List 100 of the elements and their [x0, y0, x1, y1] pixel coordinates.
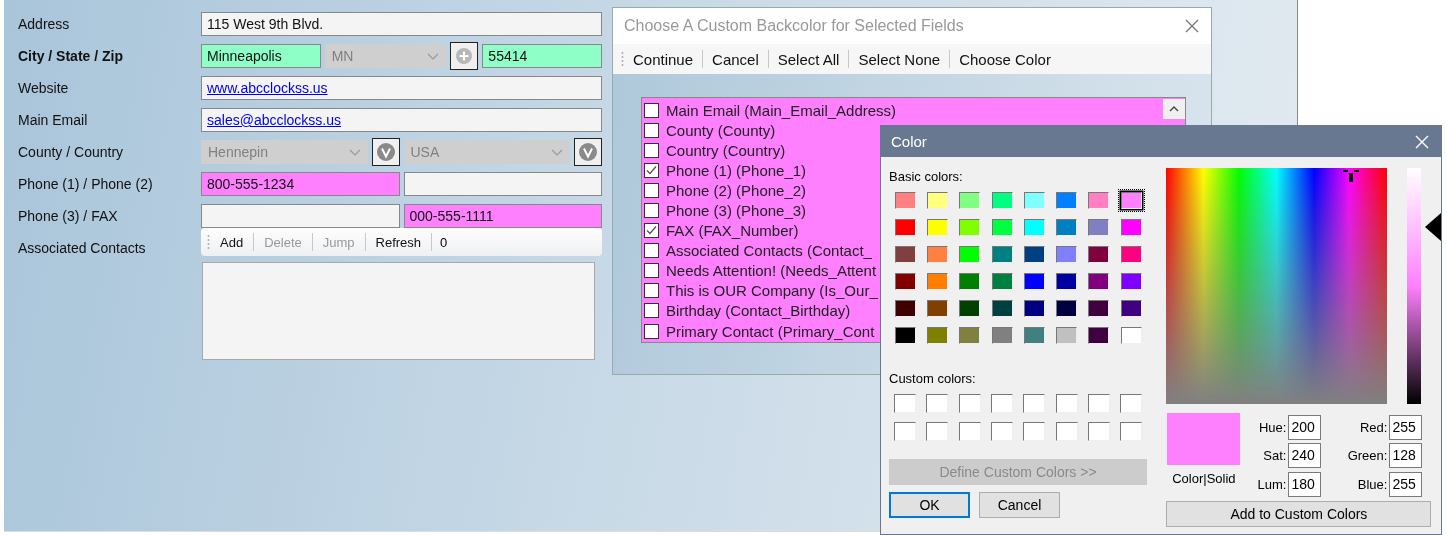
field-name[interactable]: Phone (3) (Phone_3): [666, 202, 807, 219]
color-swatch[interactable]: [1088, 246, 1110, 263]
color-swatch[interactable]: [894, 246, 916, 263]
toolbar-button[interactable]: Select None: [857, 50, 942, 68]
color-swatch[interactable]: [1088, 273, 1110, 290]
color-swatch[interactable]: [1023, 327, 1045, 344]
color-swatch[interactable]: [1056, 273, 1078, 290]
checkbox[interactable]: [644, 323, 659, 339]
toolbar-button[interactable]: Continue: [632, 50, 695, 68]
toolbar-button[interactable]: Add: [218, 234, 246, 250]
custom-color-swatch[interactable]: [1120, 421, 1143, 441]
toolbar-button[interactable]: Cancel: [711, 50, 760, 68]
color-swatch[interactable]: [959, 192, 981, 209]
color-swatch[interactable]: [1056, 300, 1078, 317]
color-swatch[interactable]: [1023, 246, 1045, 263]
value-field[interactable]: 255: [1389, 471, 1423, 497]
color-swatch[interactable]: [1056, 246, 1078, 263]
link-field[interactable]: www.abcclockss.us: [201, 76, 602, 100]
color-swatch[interactable]: [1120, 300, 1142, 317]
color-swatch[interactable]: [926, 273, 948, 290]
field-name[interactable]: Primary Contact (Primary_Cont: [666, 322, 875, 340]
text-field[interactable]: 000-555-1111: [403, 204, 602, 228]
toolbar-button[interactable]: Choose Color: [958, 50, 1052, 68]
checkbox[interactable]: [644, 102, 659, 118]
value-field[interactable]: 200: [1288, 414, 1322, 440]
color-swatch[interactable]: [1023, 219, 1045, 236]
color-swatch[interactable]: [959, 219, 981, 236]
color-swatch[interactable]: [1056, 192, 1078, 209]
color-swatch[interactable]: [1088, 219, 1110, 236]
custom-color-swatch[interactable]: [1023, 393, 1046, 413]
value-field[interactable]: 128: [1389, 443, 1423, 469]
color-swatch[interactable]: [1120, 219, 1142, 236]
checkbox[interactable]: [644, 182, 659, 198]
color-swatch[interactable]: [1120, 192, 1142, 209]
color-swatch[interactable]: [894, 219, 916, 236]
color-swatch[interactable]: [1120, 273, 1142, 290]
color-swatch[interactable]: [926, 300, 948, 317]
color-swatch[interactable]: [926, 219, 948, 236]
filter-button[interactable]: [371, 138, 400, 166]
color-swatch[interactable]: [991, 273, 1013, 290]
custom-color-swatch[interactable]: [958, 393, 981, 413]
ok-button[interactable]: OK: [889, 492, 970, 518]
filter-button[interactable]: [574, 138, 602, 166]
custom-color-swatch[interactable]: [1087, 421, 1110, 441]
color-swatch[interactable]: [959, 300, 981, 317]
checkbox[interactable]: [644, 223, 659, 239]
checkbox[interactable]: [644, 142, 659, 158]
color-swatch[interactable]: [1088, 192, 1110, 209]
field-name[interactable]: Phone (1) (Phone_1): [666, 161, 807, 179]
field-name[interactable]: Main Email (Main_Email_Address): [666, 101, 897, 119]
color-swatch[interactable]: [991, 327, 1013, 344]
close-icon[interactable]: [1185, 19, 1199, 33]
custom-color-swatch[interactable]: [1023, 421, 1046, 441]
toolbar-button[interactable]: Select All: [776, 50, 841, 68]
checkbox[interactable]: [644, 303, 659, 319]
checkbox[interactable]: [644, 283, 659, 299]
color-swatch[interactable]: [991, 300, 1013, 317]
field-name[interactable]: Country (Country): [666, 141, 786, 159]
color-swatch[interactable]: [1120, 246, 1142, 263]
field-name[interactable]: Associated Contacts (Contact_: [666, 242, 872, 260]
value-field[interactable]: 255: [1389, 414, 1423, 440]
color-swatch[interactable]: [959, 273, 981, 290]
color-swatch[interactable]: [894, 300, 916, 317]
checkbox[interactable]: [644, 122, 659, 138]
field-name[interactable]: Birthday (Contact_Birthday): [666, 302, 851, 320]
custom-color-swatch[interactable]: [1055, 421, 1078, 441]
color-swatch[interactable]: [894, 327, 916, 344]
custom-color-swatch[interactable]: [1120, 393, 1143, 413]
toolbar-button[interactable]: Refresh: [373, 234, 424, 250]
color-swatch[interactable]: [926, 246, 948, 263]
checkbox[interactable]: [644, 263, 659, 279]
custom-color-swatch[interactable]: [894, 393, 917, 413]
color-swatch[interactable]: [1120, 327, 1142, 344]
color-swatch[interactable]: [1056, 327, 1078, 344]
checkbox[interactable]: [644, 162, 659, 178]
text-field[interactable]: [201, 204, 400, 228]
custom-color-swatch[interactable]: [1055, 393, 1078, 413]
custom-color-swatch[interactable]: [991, 393, 1014, 413]
color-swatch[interactable]: [1056, 219, 1078, 236]
text-field[interactable]: 55414: [482, 44, 602, 68]
color-swatch[interactable]: [959, 327, 981, 344]
scrollbar[interactable]: [1163, 99, 1185, 119]
custom-color-swatch[interactable]: [958, 421, 981, 441]
checkbox[interactable]: [644, 203, 659, 218]
field-name[interactable]: County (County): [666, 121, 776, 139]
field-name[interactable]: Needs Attention! (Needs_Attent: [666, 262, 877, 280]
color-swatch[interactable]: [991, 246, 1013, 263]
value-field[interactable]: 240: [1288, 443, 1322, 469]
cancel-button[interactable]: Cancel: [979, 492, 1060, 518]
text-field[interactable]: Minneapolis: [201, 44, 321, 68]
add-button[interactable]: [450, 42, 479, 70]
custom-color-swatch[interactable]: [926, 421, 949, 441]
color-swatch[interactable]: [1088, 327, 1110, 344]
color-swatch[interactable]: [926, 327, 948, 344]
add-to-custom-colors-button[interactable]: Add to Custom Colors: [1166, 500, 1432, 527]
color-swatch[interactable]: [1023, 192, 1045, 209]
color-swatch[interactable]: [1023, 273, 1045, 290]
color-swatch[interactable]: [991, 219, 1013, 236]
value-field[interactable]: 180: [1288, 471, 1322, 497]
color-swatch[interactable]: [894, 192, 916, 209]
